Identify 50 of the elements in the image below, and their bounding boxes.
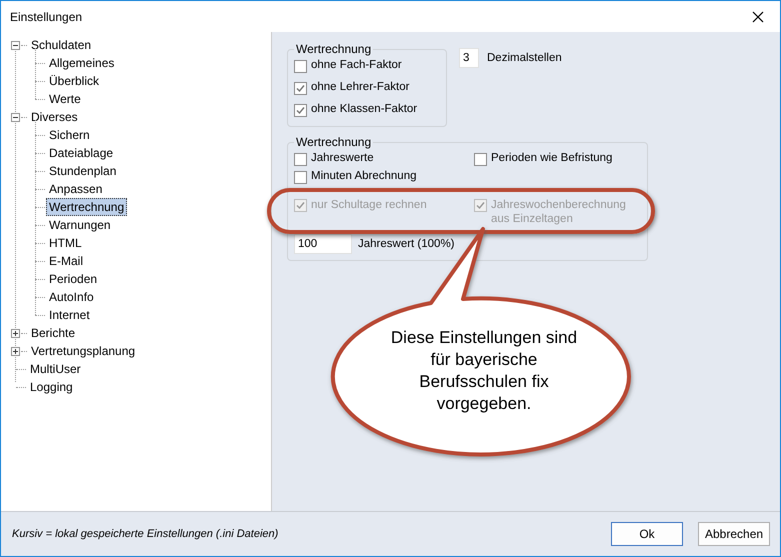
checkbox-label: Perioden wie Befristung — [491, 152, 612, 164]
checkbox-label: Minuten Abrechnung — [311, 170, 416, 182]
tree-item[interactable]: MultiUser — [27, 360, 84, 378]
window-title: Einstellungen — [10, 10, 82, 24]
decimal-field[interactable]: 3 — [459, 48, 479, 68]
checkbox-label: ohne Klassen-Faktor — [311, 103, 418, 115]
checkbox-label: ohne Lehrer-Faktor — [311, 81, 410, 93]
checkbox[interactable] — [294, 171, 307, 184]
checkbox[interactable] — [294, 82, 307, 95]
tree-item[interactable]: Warnungen — [46, 216, 114, 234]
tree-item[interactable]: Perioden — [46, 270, 100, 288]
tree-item[interactable]: Allgemeines — [46, 54, 118, 72]
group-legend: Wertrechnung — [294, 135, 374, 149]
checkbox[interactable] — [294, 60, 307, 73]
checkbox-label: ohne Fach-Faktor — [311, 59, 402, 71]
year-value-field[interactable]: 100 — [294, 234, 352, 254]
checkbox-label: Jahreswochenberechnung aus Einzeltagen — [491, 198, 627, 226]
tree-item[interactable]: AutoInfo — [46, 288, 97, 306]
tree-item[interactable]: Überblick — [46, 72, 102, 90]
cancel-button[interactable]: Abbrechen — [698, 522, 770, 546]
close-icon[interactable] — [752, 10, 764, 22]
tree-item[interactable]: Wertrechnung — [46, 198, 128, 216]
tree-item[interactable]: Anpassen — [46, 180, 106, 198]
tree-item[interactable]: Berichte — [28, 324, 78, 342]
checkbox-label: nur Schultage rechnen — [311, 198, 428, 212]
tree-item[interactable]: HTML — [46, 234, 85, 252]
tree-item[interactable]: Werte — [46, 90, 84, 108]
tree-item[interactable]: Diverses — [28, 108, 81, 126]
checkbox[interactable] — [294, 104, 307, 117]
tree-item[interactable]: Sichern — [46, 126, 93, 144]
field-label: Jahreswert (100%) — [358, 238, 455, 250]
callout-text: Diese Einstellungen sind für bayerische Berufsschulen fix vorgegeben. — [390, 327, 578, 415]
tree-item[interactable]: Vertretungsplanung — [28, 342, 138, 360]
expand-icon[interactable] — [11, 346, 20, 356]
collapse-icon[interactable] — [11, 112, 20, 122]
tree-item[interactable]: Schuldaten — [28, 36, 94, 54]
footer-note: Kursiv = lokal gespeicherte Einstellungen (.ini Dateien) — [12, 528, 278, 540]
checkbox[interactable] — [474, 153, 487, 166]
ok-button[interactable]: Ok — [611, 522, 683, 546]
tree-item[interactable]: Internet — [46, 306, 93, 324]
tree-item[interactable]: Dateiablage — [46, 144, 116, 162]
expand-icon[interactable] — [11, 328, 20, 338]
tree-item[interactable]: E-Mail — [46, 252, 86, 270]
field-label: Dezimalstellen — [487, 52, 562, 64]
checkbox-label: Jahreswerte — [311, 152, 374, 164]
tree-item[interactable]: Logging — [27, 378, 76, 396]
collapse-icon[interactable] — [11, 40, 20, 50]
tree-item[interactable]: Stundenplan — [46, 162, 120, 180]
checkbox[interactable] — [294, 153, 307, 166]
group-legend: Wertrechnung — [294, 42, 374, 56]
